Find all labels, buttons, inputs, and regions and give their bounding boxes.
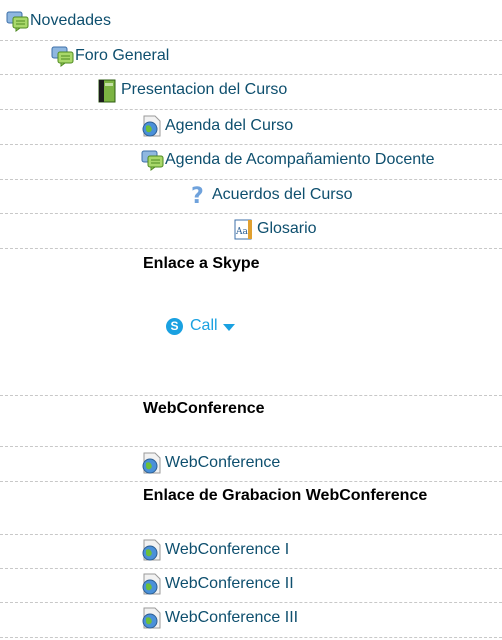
item-label: WebConference II [165, 575, 294, 592]
skype-call-button[interactable]: S Call [166, 317, 235, 335]
item-label: WebConference [165, 454, 281, 471]
url-globe-icon [141, 573, 163, 595]
book-icon [97, 79, 119, 103]
separator [0, 446, 502, 447]
separator [0, 602, 502, 603]
chevron-down-icon [222, 323, 235, 331]
item-label: Foro General [75, 47, 170, 64]
separator [0, 534, 502, 535]
url-globe-icon [141, 607, 163, 629]
item-webconference-1[interactable]: WebConference I [141, 539, 289, 561]
heading-grabacion: Enlace de Grabacion WebConference [143, 487, 428, 504]
item-acuerdos[interactable]: ? Acuerdos del Curso [188, 184, 353, 209]
separator [0, 109, 502, 110]
url-globe-icon [141, 452, 163, 474]
svg-text:?: ? [191, 184, 204, 206]
item-label: Glosario [257, 220, 317, 237]
item-webconference[interactable]: WebConference [141, 452, 280, 474]
item-agenda-acompanamiento[interactable]: Agenda de Acompañamiento Docente [141, 149, 435, 171]
item-label: WebConference I [165, 541, 290, 558]
url-globe-icon [141, 115, 163, 137]
item-webconference-2[interactable]: WebConference II [141, 573, 294, 595]
separator [0, 144, 502, 145]
item-novedades[interactable]: Novedades [6, 10, 111, 32]
separator [0, 481, 502, 482]
item-glosario[interactable]: Aa Glosario [233, 218, 317, 240]
question-icon: ? [188, 184, 210, 209]
item-label: WebConference III [165, 609, 299, 626]
separator [0, 637, 502, 638]
separator [0, 179, 502, 180]
forum-icon [6, 10, 29, 32]
skype-icon: S [166, 317, 183, 335]
svg-text:Aa: Aa [235, 227, 248, 237]
item-presentacion[interactable]: Presentacion del Curso [97, 79, 288, 103]
separator [0, 40, 502, 41]
item-webconference-3[interactable]: WebConference III [141, 607, 298, 629]
item-label: Acuerdos del Curso [212, 186, 353, 203]
glossary-icon: Aa [233, 218, 255, 240]
item-label: Agenda del Curso [165, 117, 294, 134]
item-foro-general[interactable]: Foro General [51, 45, 169, 67]
separator [0, 395, 502, 396]
separator [0, 248, 502, 249]
heading-webconference: WebConference [143, 400, 265, 417]
item-label: Agenda de Acompañamiento Docente [165, 151, 435, 168]
item-label: Presentacion del Curso [121, 81, 288, 98]
skype-call-label: Call [190, 317, 218, 334]
forum-icon [141, 149, 164, 171]
separator [0, 74, 502, 75]
separator [0, 213, 502, 214]
item-label: Novedades [30, 12, 111, 29]
heading-skype: Enlace a Skype [143, 255, 260, 272]
separator [0, 568, 502, 569]
item-agenda-curso[interactable]: Agenda del Curso [141, 115, 293, 137]
forum-icon [51, 45, 74, 67]
url-globe-icon [141, 539, 163, 561]
